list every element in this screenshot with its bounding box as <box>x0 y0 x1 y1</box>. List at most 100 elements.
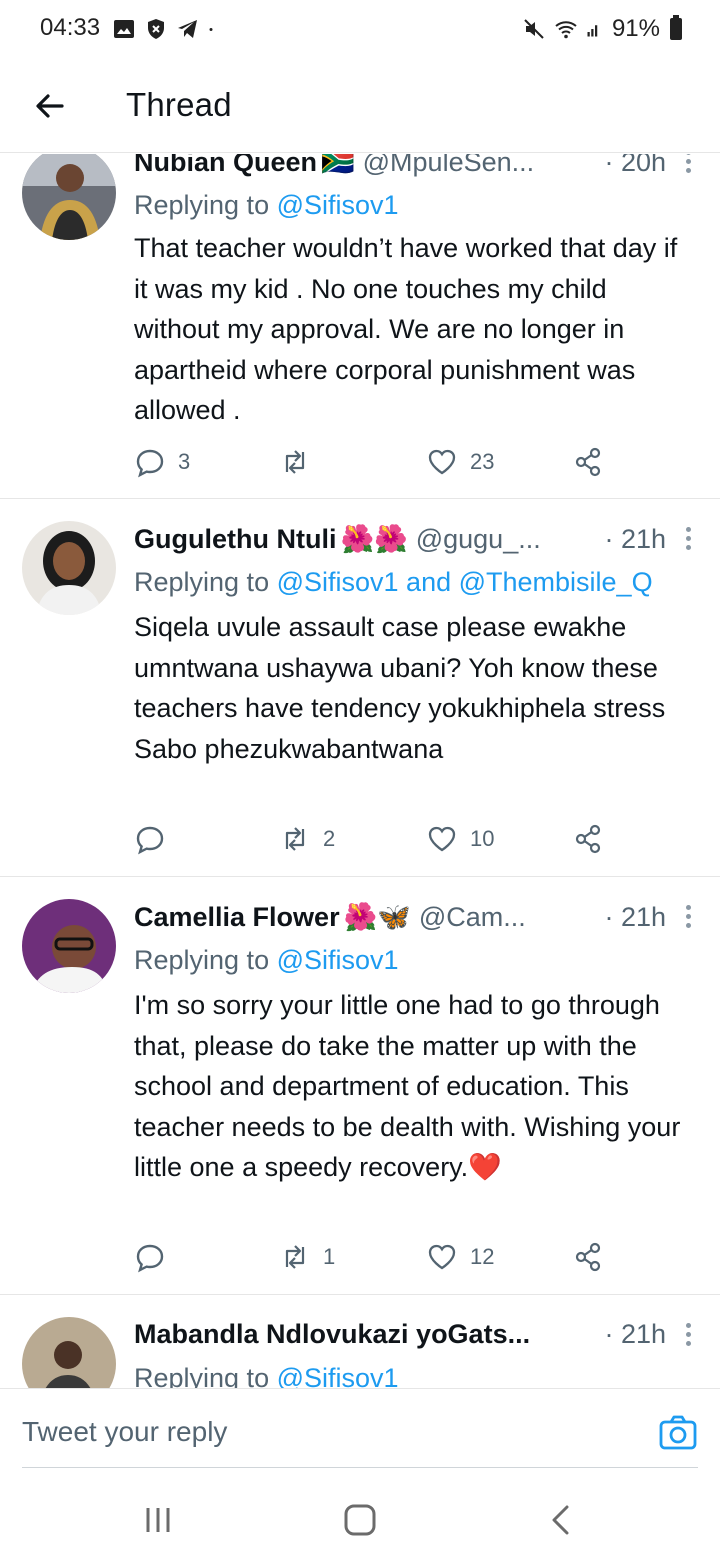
reply-count: 3 <box>178 449 191 474</box>
camera-icon[interactable] <box>658 1413 698 1453</box>
display-name[interactable]: Camellia Flower <box>134 902 340 933</box>
user-handle[interactable]: @gugu_... <box>416 524 541 555</box>
replying-prefix: Replying to <box>134 1363 277 1388</box>
system-nav-bar <box>0 1470 720 1560</box>
back-icon[interactable] <box>542 1500 582 1540</box>
share-button[interactable] <box>572 446 604 478</box>
mention-link[interactable]: @Sifisov1 <box>277 945 399 975</box>
mention-link[interactable]: @Sifisov1 <box>277 1363 399 1388</box>
tweet-actions: 2 10 <box>134 823 692 857</box>
user-handle[interactable]: @Cam... <box>419 902 526 933</box>
share-button[interactable] <box>572 1241 604 1273</box>
reply-composer: Tweet your reply <box>0 1388 720 1468</box>
tweet-header: Camellia Flower 🌺🦋 @Cam... · 21h <box>134 901 696 933</box>
mute-icon <box>524 19 544 39</box>
display-name[interactable]: Gugulethu Ntuli <box>134 524 336 555</box>
mention-conjunction: and <box>398 567 459 597</box>
mention-link[interactable]: @Thembisile_Q <box>459 567 653 597</box>
reply-input[interactable]: Tweet your reply <box>22 1416 227 1448</box>
home-icon[interactable] <box>340 1500 380 1540</box>
retweet-icon <box>285 1245 305 1269</box>
replying-to: Replying to @Sifisov1 and @Thembisile_Q <box>134 567 653 598</box>
tweet-actions: 3 23 <box>134 446 692 480</box>
tweet-time[interactable]: · 20h <box>598 154 696 178</box>
battery-icon <box>670 15 682 40</box>
more-options-icon[interactable] <box>684 1323 692 1349</box>
more-options-icon[interactable] <box>684 905 692 931</box>
tweet-header: Nubian Queen 🇿🇦 @MpuleSen... · 20h <box>134 154 696 178</box>
heart-icon <box>428 1244 456 1270</box>
tweet[interactable]: Camellia Flower 🌺🦋 @Cam... · 21h Replyin… <box>0 877 720 1295</box>
user-handle[interactable]: @MpuleSen... <box>363 154 535 178</box>
tweet-header: Gugulethu Ntuli 🌺🌺 @gugu_... · 21h <box>134 523 696 555</box>
status-time: 04:33 <box>40 14 101 41</box>
tweet-text: Siqela uvule assault case please ewakhe … <box>134 612 666 764</box>
status-right-icons: 91% <box>522 14 682 44</box>
tweet-text: That teacher wouldn’t have worked that d… <box>134 233 678 425</box>
replying-prefix: Replying to <box>134 945 277 975</box>
retweet-button[interactable] <box>279 446 323 478</box>
status-bar: 04:33 91% <box>0 0 720 60</box>
heart-icon <box>428 826 456 852</box>
app-header: Thread <box>0 60 720 153</box>
like-button[interactable]: 23 <box>426 446 494 478</box>
flower-emoji: 🌺🌺 <box>340 524 408 554</box>
display-name[interactable]: Mabandla Ndlovukazi yoGats... <box>134 1319 530 1350</box>
like-count: 12 <box>470 1244 495 1269</box>
replying-to: Replying to @Sifisov1 <box>134 945 399 976</box>
flag-emoji: 🇿🇦 <box>321 154 355 177</box>
like-button[interactable]: 12 <box>426 1241 494 1273</box>
avatar[interactable] <box>22 1317 116 1388</box>
retweet-count: 2 <box>323 826 336 851</box>
comment-icon <box>136 826 164 855</box>
like-button[interactable]: 10 <box>426 823 494 855</box>
tweet-time[interactable]: · 21h <box>598 902 696 933</box>
more-options-icon[interactable] <box>684 527 692 553</box>
share-button[interactable] <box>572 823 604 855</box>
tweet-time[interactable]: · 21h <box>598 1319 696 1350</box>
share-icon <box>575 1242 601 1272</box>
replying-to: Replying to @Sifisov1 <box>134 1363 399 1388</box>
retweet-button[interactable]: 2 <box>279 823 335 855</box>
recent-apps-icon[interactable] <box>138 1500 178 1540</box>
avatar[interactable] <box>22 521 116 615</box>
reply-button[interactable] <box>134 823 178 855</box>
like-count: 10 <box>470 826 495 851</box>
tweet-time[interactable]: · 21h <box>598 524 696 555</box>
thread-feed[interactable]: Nubian Queen 🇿🇦 @MpuleSen... · 20h Reply… <box>0 154 720 1388</box>
avatar[interactable] <box>22 899 116 993</box>
dot-icon <box>209 28 213 31</box>
replying-prefix: Replying to <box>134 567 277 597</box>
reply-button[interactable]: 3 <box>134 446 190 478</box>
share-icon <box>575 447 601 477</box>
replying-prefix: Replying to <box>134 190 277 220</box>
tweet[interactable]: Nubian Queen 🇿🇦 @MpuleSen... · 20h Reply… <box>0 154 720 499</box>
tweet-text: I'm so sorry your little one had to go t… <box>134 990 681 1182</box>
shield-icon <box>148 19 164 39</box>
more-options-icon[interactable] <box>684 154 692 176</box>
retweet-count: 1 <box>323 1244 336 1269</box>
heart-icon <box>428 449 456 475</box>
like-count: 23 <box>470 449 495 474</box>
reply-button[interactable] <box>134 1241 178 1273</box>
tweet[interactable]: Gugulethu Ntuli 🌺🌺 @gugu_... · 21h Reply… <box>0 499 720 877</box>
retweet-icon <box>285 827 305 851</box>
tweet-header: Mabandla Ndlovukazi yoGats... · 21h <box>134 1319 696 1350</box>
status-left-icons <box>112 14 220 44</box>
telegram-icon <box>178 20 197 38</box>
replying-to: Replying to @Sifisov1 <box>134 190 399 221</box>
page-title: Thread <box>126 86 232 123</box>
arrow-left-icon[interactable] <box>28 84 72 128</box>
tweet[interactable]: Mabandla Ndlovukazi yoGats... · 21h Repl… <box>0 1295 720 1388</box>
retweet-icon <box>285 450 305 474</box>
display-name[interactable]: Nubian Queen <box>134 154 317 178</box>
avatar[interactable] <box>22 154 116 240</box>
comment-icon <box>136 1244 164 1273</box>
mention-link[interactable]: @Sifisov1 <box>277 190 399 220</box>
comment-icon <box>136 449 164 478</box>
battery-percent: 91% <box>611 15 660 42</box>
retweet-button[interactable]: 1 <box>279 1241 335 1273</box>
mention-link[interactable]: @Sifisov1 <box>277 567 399 597</box>
flower-butterfly-emoji: 🌺🦋 <box>343 902 411 932</box>
gallery-icon <box>114 20 134 38</box>
